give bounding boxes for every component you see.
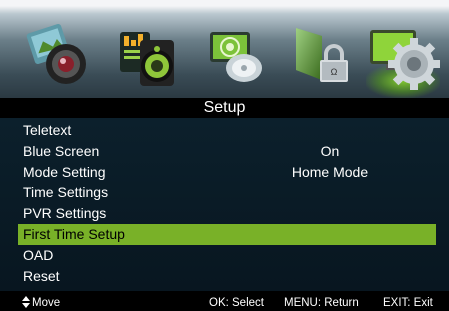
footer-select-hint: OK: Select bbox=[209, 297, 264, 309]
menu-item-teletext[interactable]: Teletext bbox=[18, 120, 436, 141]
menu-item-pvr-settings[interactable]: PVR Settings bbox=[18, 203, 436, 224]
lock-icon[interactable]: Ω bbox=[282, 14, 362, 94]
footer-hint-bar: Move OK: Select MENU: Return EXIT: Exit bbox=[0, 291, 449, 311]
tv-menu-screen: Ω Setup Teletext Blue Screen On Mode Set… bbox=[0, 0, 449, 311]
sound-icon[interactable] bbox=[110, 14, 190, 94]
menu-item-first-time-setup[interactable]: First Time Setup bbox=[18, 224, 436, 245]
menu-item-label: Teletext bbox=[23, 122, 72, 138]
setup-menu-list: Teletext Blue Screen On Mode Setting Hom… bbox=[0, 118, 449, 291]
menu-item-label: OAD bbox=[23, 247, 54, 263]
menu-item-value: Home Mode bbox=[291, 164, 369, 180]
menu-item-label: Mode Setting bbox=[23, 164, 106, 180]
menu-item-time-settings[interactable]: Time Settings bbox=[18, 182, 436, 203]
footer-move-hint: Move bbox=[32, 297, 61, 309]
channel-icon[interactable] bbox=[196, 14, 276, 94]
title-bar: Setup bbox=[0, 98, 449, 118]
menu-item-label: PVR Settings bbox=[23, 205, 107, 221]
menu-item-label: Reset bbox=[23, 268, 60, 284]
page-title: Setup bbox=[203, 99, 246, 116]
menu-item-blue-screen[interactable]: Blue Screen On bbox=[18, 141, 436, 162]
menu-item-value: On bbox=[320, 143, 340, 159]
picture-icon[interactable] bbox=[22, 14, 102, 94]
menu-item-label: First Time Setup bbox=[23, 226, 125, 242]
footer-exit-hint: EXIT: Exit bbox=[383, 297, 433, 309]
menu-item-reset[interactable]: Reset bbox=[18, 266, 436, 287]
footer-return-hint: MENU: Return bbox=[284, 297, 359, 309]
up-down-arrow-icon bbox=[22, 296, 30, 308]
svg-text:Ω: Ω bbox=[331, 67, 338, 77]
menu-item-label: Blue Screen bbox=[23, 143, 100, 159]
setup-gear-icon[interactable] bbox=[362, 14, 442, 98]
menu-item-oad[interactable]: OAD bbox=[18, 245, 436, 266]
menu-item-mode-setting[interactable]: Mode Setting Home Mode bbox=[18, 162, 436, 183]
menu-item-label: Time Settings bbox=[23, 184, 109, 200]
category-icon-bar: Ω bbox=[0, 0, 449, 98]
